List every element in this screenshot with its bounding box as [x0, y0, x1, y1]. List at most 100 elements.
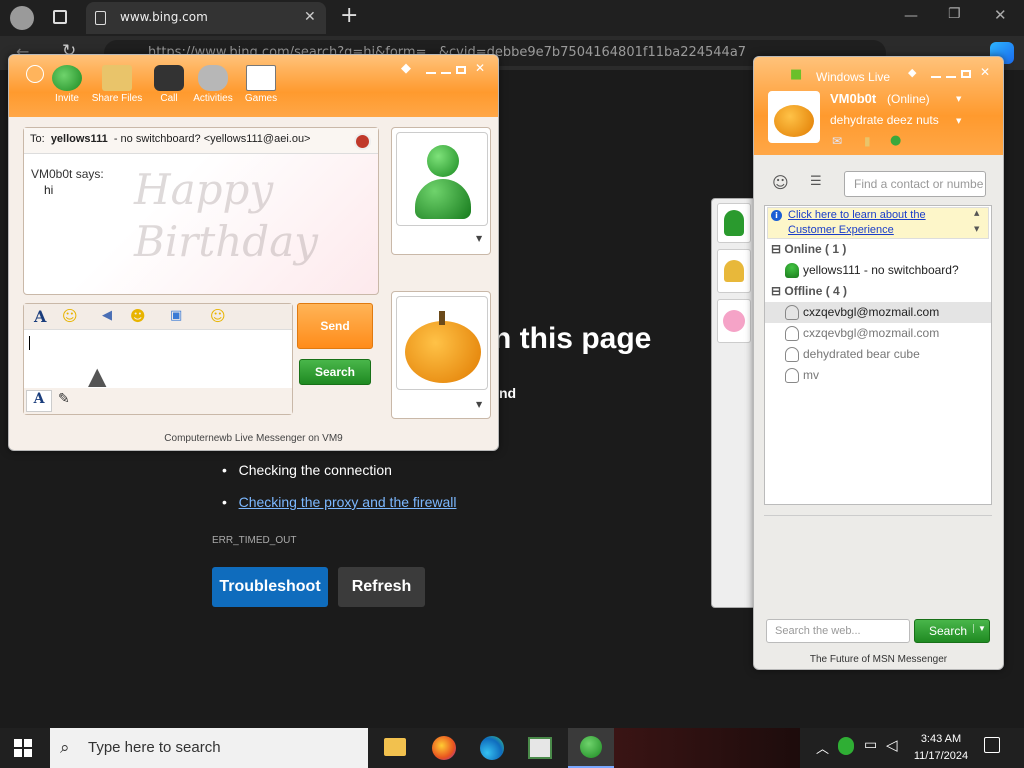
profile-icon[interactable]	[10, 6, 34, 30]
close-window-icon[interactable]: ✕	[994, 6, 1007, 24]
dropdown-arrow-icon[interactable]: ▼	[476, 400, 482, 409]
find-contact-input[interactable]: Find a contact or numbe	[844, 171, 986, 197]
restore-icon[interactable]: ❐	[948, 6, 961, 22]
web-search-input[interactable]: Search the web...	[766, 619, 910, 643]
refresh-button[interactable]: Refresh	[338, 567, 425, 607]
username[interactable]: VM0b0t	[830, 91, 876, 106]
ad-area	[764, 515, 992, 516]
contact-yellows111[interactable]: yellows111 - no switchboard?	[765, 260, 991, 281]
edge-icon[interactable]	[480, 736, 504, 760]
compose-toolbar: A ☺ ◀ ☻ ▣ ☺	[24, 304, 292, 330]
avatar-body	[415, 179, 471, 219]
alerts-tab-icon[interactable]	[717, 249, 751, 293]
add-contact-icon[interactable]: ☺	[772, 173, 789, 192]
paint-bucket-icon[interactable]: ◆	[401, 61, 411, 76]
menu-icon[interactable]	[26, 65, 44, 83]
messenger-tray-icon[interactable]	[838, 737, 854, 755]
call-button[interactable]: Call	[151, 65, 187, 104]
troubleshoot-button[interactable]: Troubleshoot	[212, 567, 328, 607]
scroll-up-icon[interactable]: ▲	[974, 209, 979, 217]
customer-experience-link[interactable]: Click here to learn about the Customer E…	[788, 208, 968, 238]
block-icon[interactable]	[354, 133, 371, 150]
proxy-firewall-link[interactable]: Checking the proxy and the firewall	[239, 494, 457, 510]
voice-clip-icon[interactable]: ◀	[102, 308, 112, 323]
contact-dehydrated-bear-cube[interactable]: dehydrated bear cube	[765, 344, 991, 365]
status-text[interactable]: (Online)	[887, 92, 930, 106]
sort-list-icon[interactable]: ☰	[810, 174, 822, 189]
nudge-icon[interactable]: ☺	[210, 307, 226, 325]
file-explorer-icon[interactable]	[384, 738, 406, 756]
close-icon[interactable]: ✕	[980, 65, 990, 79]
offline-group[interactable]: ⊟ Offline ( 4 )	[771, 284, 847, 298]
activities-tab-icon[interactable]	[717, 299, 751, 343]
start-button[interactable]	[14, 739, 32, 757]
wink-icon[interactable]: ☻	[130, 307, 146, 325]
contact-tab-icon[interactable]	[717, 203, 751, 243]
handwriting-tab-icon[interactable]: ✎	[58, 391, 70, 407]
close-tab-icon[interactable]: ✕	[304, 9, 316, 25]
clock[interactable]: 3:43 AM 11/17/2024	[906, 731, 976, 765]
share-files-label: Share Files	[91, 93, 143, 104]
background-icon[interactable]: ▣	[170, 308, 182, 323]
font-icon[interactable]: A	[34, 307, 46, 326]
invite-icon	[52, 65, 82, 91]
dropdown-arrow-icon[interactable]: ▼	[476, 234, 482, 243]
menu-arrow-icon[interactable]	[426, 66, 436, 74]
window-controls[interactable]	[926, 67, 971, 81]
contact-cxzqevbgl-selected[interactable]: cxzqevbgl@mozmail.com	[765, 302, 991, 323]
activities-button[interactable]: Activities	[189, 65, 237, 104]
notifications-icon[interactable]	[984, 737, 1000, 753]
contact-name: dehydrated bear cube	[803, 347, 920, 361]
minimize-icon[interactable]	[946, 70, 956, 78]
msn-today-icon[interactable]: ●	[890, 133, 901, 148]
online-person-icon	[785, 263, 799, 278]
personal-message[interactable]: dehydrate deez nuts	[830, 113, 939, 127]
pm-arrow-icon[interactable]: ▼	[956, 117, 961, 125]
bottom-tabs: A ✎	[24, 388, 292, 414]
pumpkin-shape	[405, 321, 481, 383]
minimize-icon[interactable]: —	[904, 8, 918, 24]
scroll-down-icon[interactable]: ▼	[974, 225, 979, 233]
tab-actions-icon[interactable]	[53, 10, 67, 24]
new-tab-icon[interactable]: +	[340, 3, 358, 28]
message-input[interactable]	[29, 336, 287, 376]
maximize-icon[interactable]	[961, 70, 971, 78]
contact-list-window: ■ Windows Live ◆ ✕ VM0b0t (Online) ▼ deh…	[753, 56, 1004, 670]
menu-arrow-icon[interactable]	[931, 70, 941, 78]
app-window-icon[interactable]	[528, 737, 552, 759]
emoticon-icon[interactable]: ☺	[62, 307, 78, 325]
maximize-icon[interactable]	[456, 66, 466, 74]
network-icon[interactable]: ▭	[864, 737, 877, 753]
my-avatar[interactable]	[768, 91, 820, 143]
firefox-icon[interactable]	[432, 736, 456, 760]
show-hidden-icons[interactable]: ︿	[816, 738, 829, 757]
bullet-proxy[interactable]: • Checking the proxy and the firewall	[222, 494, 456, 510]
text-mode-tab[interactable]: A	[26, 390, 52, 412]
contact-mv[interactable]: mv	[765, 365, 991, 386]
web-search-label: Search	[929, 624, 968, 638]
spaces-icon[interactable]: ▮	[864, 134, 871, 148]
send-button[interactable]: Send	[297, 303, 373, 349]
invite-button[interactable]: Invite	[47, 65, 87, 104]
messenger-taskbar-button[interactable]	[568, 728, 614, 768]
minimize-icon[interactable]	[441, 66, 451, 74]
web-search-button[interactable]: Search ▼	[914, 619, 990, 643]
taskbar-search-placeholder: Type here to search	[88, 739, 221, 756]
search-dropdown-icon[interactable]: ▼	[973, 624, 986, 633]
search-button[interactable]: Search	[299, 359, 371, 385]
chat-window: Invite Share Files Call Activities Games…	[8, 54, 499, 451]
games-button[interactable]: Games	[241, 65, 281, 104]
volume-icon[interactable]: ◁	[886, 736, 898, 754]
folder-icon	[102, 65, 132, 91]
status-arrow-icon[interactable]: ▼	[956, 95, 961, 103]
mail-icon[interactable]: ✉	[832, 134, 842, 148]
window-controls[interactable]	[421, 63, 466, 77]
taskbar-search[interactable]: ⌕ Type here to search	[50, 728, 368, 768]
tab-bing[interactable]: www.bing.com ✕	[86, 2, 326, 34]
phone-icon	[154, 65, 184, 91]
share-files-button[interactable]: Share Files	[89, 65, 145, 104]
online-group[interactable]: ⊟ Online ( 1 )	[771, 242, 846, 256]
paint-bucket-icon[interactable]: ◆	[908, 66, 916, 79]
contact-cxzqevbgl[interactable]: cxzqevbgl@mozmail.com	[765, 323, 991, 344]
close-icon[interactable]: ✕	[475, 61, 485, 75]
